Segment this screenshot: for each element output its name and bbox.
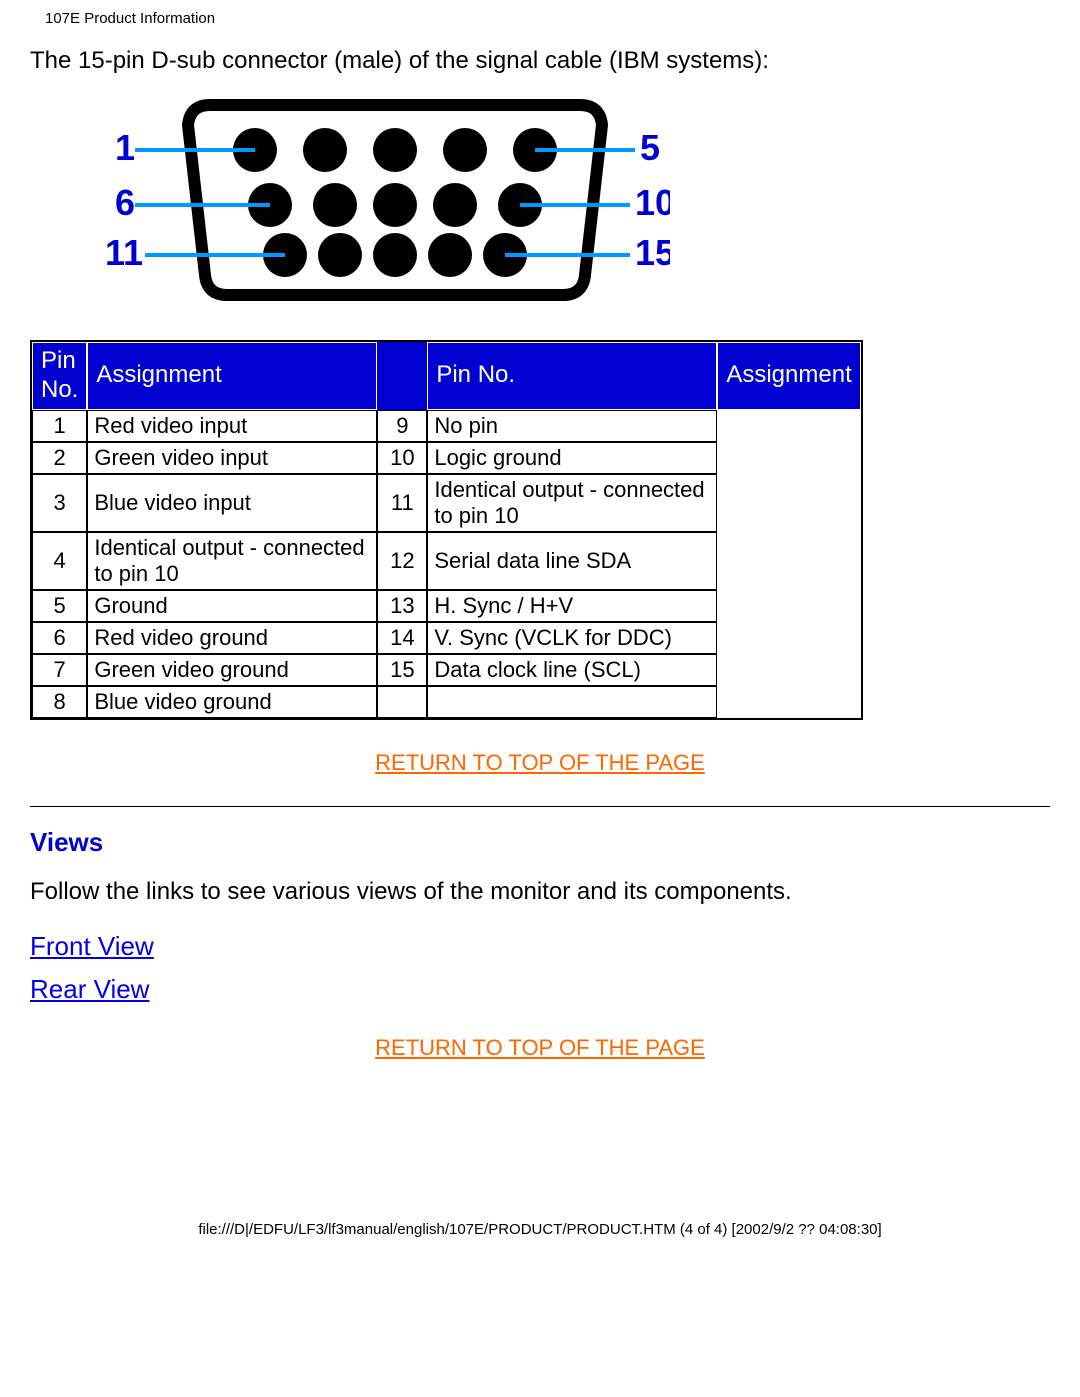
col-assignment: Assignment (87, 342, 377, 410)
page-header: 107E Product Information (0, 0, 1080, 27)
col-assignment-2: Assignment (717, 342, 860, 410)
views-description: Follow the links to see various views of… (30, 878, 1050, 906)
table-cell-pin: 13 (377, 590, 427, 622)
front-view-link[interactable]: Front View (30, 931, 1050, 962)
table-cell-pin: 7 (32, 654, 87, 686)
diagram-label-1: 1 (115, 127, 135, 168)
intro-text: The 15-pin D-sub connector (male) of the… (30, 47, 1050, 75)
table-cell-pin: 4 (32, 532, 87, 590)
table-cell-assign: Serial data line SDA (427, 532, 717, 590)
table-cell-assign: Green video ground (87, 654, 377, 686)
table-cell-assign: Red video ground (87, 622, 377, 654)
diagram-label-15: 15 (635, 232, 670, 273)
diagram-label-10: 10 (635, 182, 670, 223)
table-cell-assign: Data clock line (SCL) (427, 654, 717, 686)
table-cell-assign: Red video input (87, 410, 377, 442)
table-cell-assign: Logic ground (427, 442, 717, 474)
table-cell-assign: Ground (87, 590, 377, 622)
return-to-top-link[interactable]: RETURN TO TOP OF THE PAGE (30, 750, 1050, 776)
table-cell-pin: 11 (377, 474, 427, 532)
table-cell-pin: 9 (377, 410, 427, 442)
col-pin-no: Pin No. (32, 342, 87, 410)
table-cell-assign: Blue video input (87, 474, 377, 532)
table-cell-pin: 5 (32, 590, 87, 622)
divider (30, 806, 1050, 807)
table-cell-assign: H. Sync / H+V (427, 590, 717, 622)
table-cell-assign: No pin (427, 410, 717, 442)
diagram-label-11: 11 (105, 232, 143, 273)
table-cell-pin: 1 (32, 410, 87, 442)
col-pin-no-2: Pin No. (427, 342, 717, 410)
table-cell-pin: 10 (377, 442, 427, 474)
table-spacer (377, 342, 427, 410)
return-to-top-link-2[interactable]: RETURN TO TOP OF THE PAGE (30, 1035, 1050, 1061)
table-cell-assign (427, 686, 717, 718)
table-cell-assign: V. Sync (VCLK for DDC) (427, 622, 717, 654)
table-cell-pin: 3 (32, 474, 87, 532)
table-cell-pin: 6 (32, 622, 87, 654)
dsub-connector-diagram: 1 6 11 5 10 15 (80, 95, 1050, 310)
table-cell-assign: Identical output - connected to pin 10 (427, 474, 717, 532)
diagram-label-6: 6 (115, 182, 135, 223)
table-cell-pin: 14 (377, 622, 427, 654)
pin-assignment-table: Pin No. Assignment Pin No. Assignment 1R… (30, 340, 1050, 720)
rear-view-link[interactable]: Rear View (30, 974, 1050, 1005)
table-cell-pin: 2 (32, 442, 87, 474)
table-cell-pin: 8 (32, 686, 87, 718)
table-cell-assign: Identical output - connected to pin 10 (87, 532, 377, 590)
table-cell-pin: 15 (377, 654, 427, 686)
table-cell-pin (377, 686, 427, 718)
diagram-label-5: 5 (640, 127, 660, 168)
views-heading: Views (30, 827, 1050, 858)
footer-path: file:///D|/EDFU/LF3/lf3manual/english/10… (0, 1221, 1080, 1258)
table-cell-assign: Green video input (87, 442, 377, 474)
table-cell-assign: Blue video ground (87, 686, 377, 718)
table-cell-pin: 12 (377, 532, 427, 590)
